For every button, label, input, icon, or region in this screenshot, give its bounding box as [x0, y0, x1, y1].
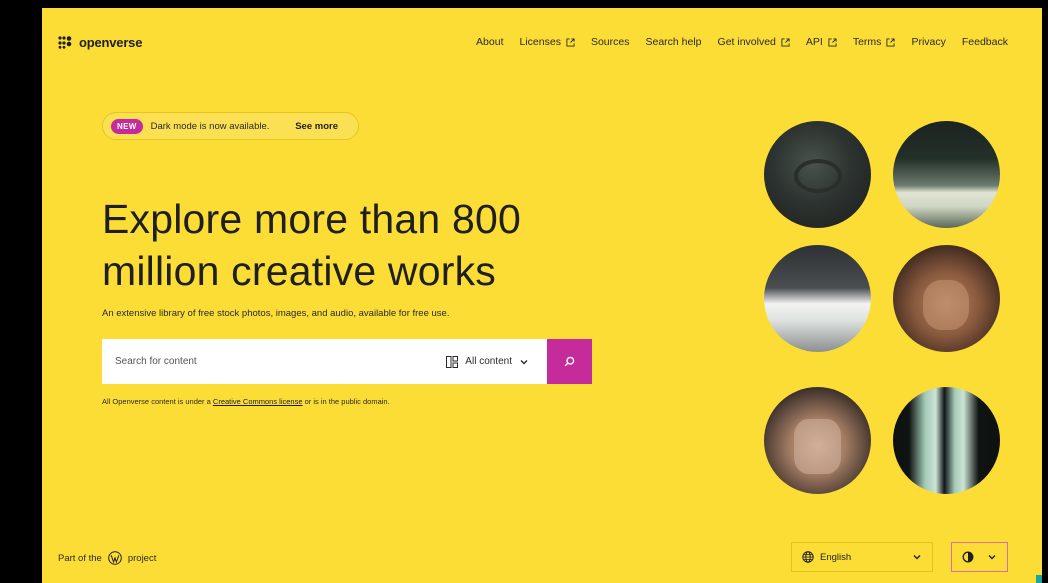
featured-image-white-dish[interactable]: [764, 245, 871, 352]
language-label: English: [820, 551, 852, 563]
contrast-icon: [962, 551, 974, 563]
theme-select[interactable]: [951, 542, 1008, 572]
part-of-suffix: project: [127, 552, 157, 564]
title-line-1: Explore more than 800: [102, 196, 522, 242]
nav-label: Feedback: [961, 36, 1008, 48]
nav-label: Search help: [645, 36, 702, 48]
nav-label: Get involved: [717, 36, 776, 48]
content-type-select[interactable]: All content: [446, 355, 529, 368]
nav-api[interactable]: API: [806, 36, 837, 48]
nav-get-involved[interactable]: Get involved: [718, 36, 790, 48]
nav-search-help[interactable]: Search help: [645, 36, 701, 48]
nav-privacy[interactable]: Privacy: [911, 36, 945, 48]
part-of-wordpress: Part of the project: [58, 551, 156, 565]
search-icon: [564, 356, 575, 367]
corner-accent: [1036, 575, 1042, 583]
nav-feedback[interactable]: Feedback: [962, 36, 1008, 48]
hero-subtitle: An extensive library of free stock photo…: [102, 308, 450, 319]
nav-about[interactable]: About: [476, 36, 503, 48]
openverse-logo-icon: [58, 36, 72, 49]
external-link-icon: [566, 37, 575, 47]
nav-label: About: [476, 36, 504, 48]
search-input[interactable]: [102, 338, 447, 385]
chevron-down-icon: [913, 555, 921, 560]
nav-label: Licenses: [519, 36, 561, 48]
openverse-logo[interactable]: openverse: [58, 35, 142, 50]
license-prefix: All Openverse content is under a: [102, 397, 213, 406]
license-suffix: or is in the public domain.: [302, 397, 390, 406]
nav-sources[interactable]: Sources: [591, 36, 630, 48]
nav-terms[interactable]: Terms: [853, 36, 896, 48]
content-grid-icon: [446, 355, 459, 368]
part-of-prefix: Part of the: [58, 552, 102, 564]
see-more-link[interactable]: See more: [295, 121, 338, 132]
chevron-down-icon: [988, 555, 996, 560]
search-bar: All content: [102, 338, 592, 385]
chevron-down-icon: [520, 359, 528, 364]
language-select[interactable]: English: [791, 542, 933, 572]
nav-label: Privacy: [911, 36, 946, 48]
content-type-label: All content: [465, 356, 512, 367]
new-badge: NEW: [111, 118, 143, 134]
featured-image-green-vase[interactable]: [893, 387, 1000, 494]
nav-licenses[interactable]: Licenses: [520, 36, 575, 48]
featured-image-clay-figure[interactable]: [893, 245, 1000, 352]
nav-label: API: [805, 36, 823, 48]
license-note: All Openverse content is under a Creativ…: [102, 397, 390, 406]
page-title: Explore more than 800 million creative w…: [102, 193, 662, 297]
announcement-banner: NEW Dark mode is now available. See more: [102, 112, 359, 140]
creative-commons-link[interactable]: Creative Commons license: [213, 397, 303, 406]
featured-image-bronze-vessel[interactable]: [764, 121, 871, 228]
featured-image-stone-carving[interactable]: [764, 387, 871, 494]
wordpress-icon[interactable]: [108, 551, 122, 565]
logo-text: openverse: [79, 35, 143, 50]
external-link-icon: [828, 37, 837, 47]
title-line-2: million creative works: [102, 248, 497, 294]
openverse-page: openverse About Licenses Sources Search …: [42, 8, 1042, 583]
nav-label: Sources: [590, 36, 630, 48]
banner-text: Dark mode is now available.: [150, 120, 270, 132]
globe-icon: [802, 551, 814, 563]
external-link-icon: [886, 37, 895, 47]
external-link-icon: [781, 37, 790, 47]
featured-image-celadon-bowl[interactable]: [893, 121, 1000, 228]
search-button[interactable]: [547, 339, 592, 384]
nav-label: Terms: [852, 36, 882, 48]
main-nav: About Licenses Sources Search help Get i…: [476, 36, 1008, 48]
